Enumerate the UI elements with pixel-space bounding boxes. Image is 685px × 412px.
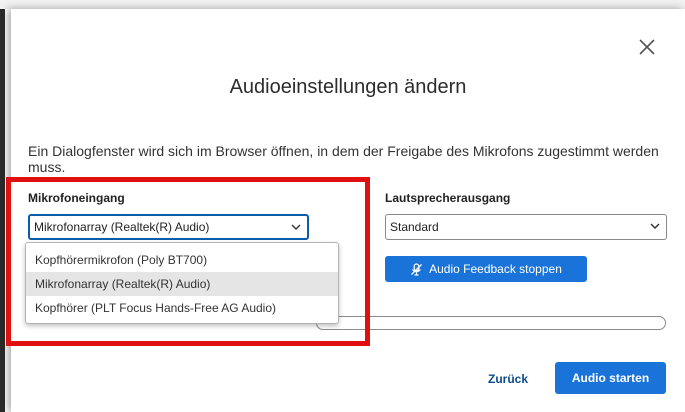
audio-feedback-stop-label: Audio Feedback stoppen [429, 262, 562, 276]
dialog-title: Audioeinstellungen ändern [229, 76, 467, 98]
close-icon[interactable] [637, 37, 657, 57]
start-audio-button[interactable]: Audio starten [555, 362, 666, 394]
audio-level-meter [316, 316, 666, 330]
chevron-down-icon [291, 224, 301, 230]
microphone-option[interactable]: Kopfhörer (PLT Focus Hands-Free AG Audio… [26, 296, 338, 320]
chevron-down-icon [650, 223, 660, 229]
back-button[interactable]: Zurück [488, 372, 528, 386]
audio-feedback-stop-button[interactable]: Audio Feedback stoppen [385, 256, 587, 282]
audio-settings-dialog: Audioeinstellungen ändern Ein Dialogfens… [11, 9, 685, 412]
microphone-options-list: Kopfhörermikrofon (Poly BT700) Mikrofona… [25, 242, 339, 324]
speaker-select-value: Standard [390, 220, 439, 234]
microphone-permission-hint: Ein Dialogfenster wird sich im Browser ö… [28, 143, 659, 175]
speaker-select[interactable]: Standard [385, 214, 667, 240]
background-window-top [0, 0, 685, 9]
microphone-select[interactable]: Mikrofonarray (Realtek(R) Audio) [28, 214, 309, 240]
microphone-option[interactable]: Kopfhörermikrofon (Poly BT700) [26, 248, 338, 272]
background-window-edge [0, 0, 5, 412]
microphone-option-selected[interactable]: Mikrofonarray (Realtek(R) Audio) [26, 272, 338, 296]
microphone-off-icon [411, 262, 423, 276]
speaker-output-label: Lautsprecherausgang [385, 191, 511, 205]
microphone-select-value: Mikrofonarray (Realtek(R) Audio) [34, 220, 210, 234]
microphone-input-label: Mikrofoneingang [28, 191, 125, 205]
